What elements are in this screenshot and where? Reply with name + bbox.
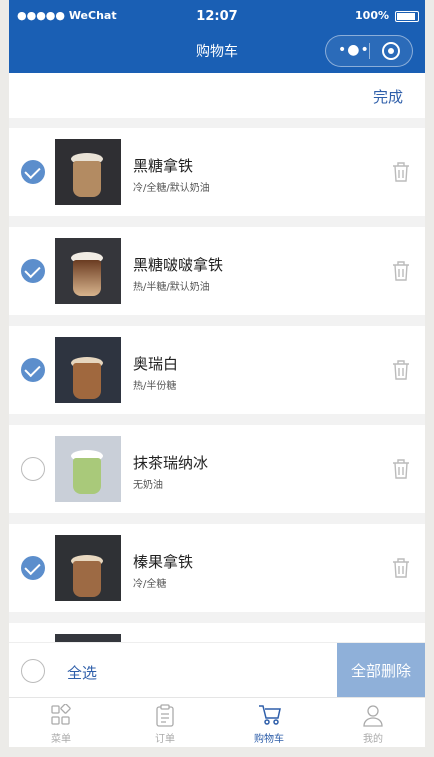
product-image (55, 337, 121, 403)
tab-profile[interactable]: 我的 (321, 698, 425, 747)
trash-icon[interactable] (391, 458, 411, 480)
trash-icon[interactable] (391, 260, 411, 282)
cart-item: 榛果拿铁 冷/全糖 (9, 524, 425, 612)
cart-item: 奥瑞白 热/半份糖 (9, 326, 425, 414)
item-checkbox[interactable] (21, 358, 45, 382)
trash-icon[interactable] (391, 557, 411, 579)
tab-orders[interactable]: 订单 (113, 698, 217, 747)
product-image (55, 436, 121, 502)
cart-item: 黑糖啵啵拿铁 热/半糖/默认奶油 (9, 227, 425, 315)
product-image (55, 238, 121, 304)
item-spec: 冷/全糖 (133, 579, 167, 590)
select-all-label[interactable]: 全选 (67, 662, 97, 683)
product-image (55, 535, 121, 601)
capsule-divider (369, 43, 370, 59)
navigation-bar: 购物车 •●• (9, 28, 425, 73)
delete-all-button[interactable]: 全部删除 (337, 643, 425, 698)
menu-grid-icon (51, 704, 71, 725)
item-name: 黑糖拿铁 (133, 157, 194, 175)
order-clipboard-icon (156, 704, 174, 727)
cart-item: 抹茶瑞纳冰 无奶油 (9, 425, 425, 513)
battery-icon (395, 11, 419, 22)
tab-label: 菜单 (51, 734, 71, 745)
phone-screen: ●●●●● WeChat 12:07 100% 购物车 •●• 完成 黑糖拿铁 … (9, 0, 425, 747)
item-spec: 无奶油 (133, 480, 163, 491)
item-checkbox[interactable] (21, 259, 45, 283)
trash-icon[interactable] (391, 359, 411, 381)
item-name: 黑糖啵啵拿铁 (133, 256, 224, 274)
cart-icon (259, 705, 281, 725)
item-name: 抹茶瑞纳冰 (133, 454, 209, 472)
tab-cart[interactable]: 购物车 (217, 698, 321, 747)
item-spec: 冷/全糖/默认奶油 (133, 183, 210, 194)
edit-toolbar: 完成 (9, 73, 425, 118)
item-name: 榛果拿铁 (133, 553, 194, 571)
tab-bar: 菜单 订单 购物车 我的 (9, 697, 425, 747)
item-spec: 热/半份糖 (133, 381, 177, 392)
more-dots-icon[interactable]: •●• (338, 42, 370, 58)
item-checkbox[interactable] (21, 556, 45, 580)
item-checkbox[interactable] (21, 160, 45, 184)
done-button[interactable]: 完成 (373, 86, 403, 107)
cart-action-bar: 全选 全部删除 (9, 642, 425, 698)
tab-menu[interactable]: 菜单 (9, 698, 113, 747)
tab-label: 购物车 (254, 734, 284, 745)
close-target-icon[interactable] (382, 42, 400, 60)
select-all-checkbox[interactable] (21, 659, 45, 683)
trash-icon[interactable] (391, 161, 411, 183)
item-checkbox[interactable] (21, 457, 45, 481)
tab-label: 我的 (363, 734, 383, 745)
item-spec: 热/半糖/默认奶油 (133, 282, 210, 293)
tab-label: 订单 (155, 734, 175, 745)
battery-percent: 100% (355, 9, 389, 22)
cart-item: 黑糖拿铁 冷/全糖/默认奶油 (9, 128, 425, 216)
user-icon (363, 705, 383, 727)
product-image (55, 139, 121, 205)
status-bar: ●●●●● WeChat 12:07 100% (9, 0, 425, 28)
item-name: 奥瑞白 (133, 355, 179, 373)
mini-program-capsule: •●• (325, 35, 413, 67)
